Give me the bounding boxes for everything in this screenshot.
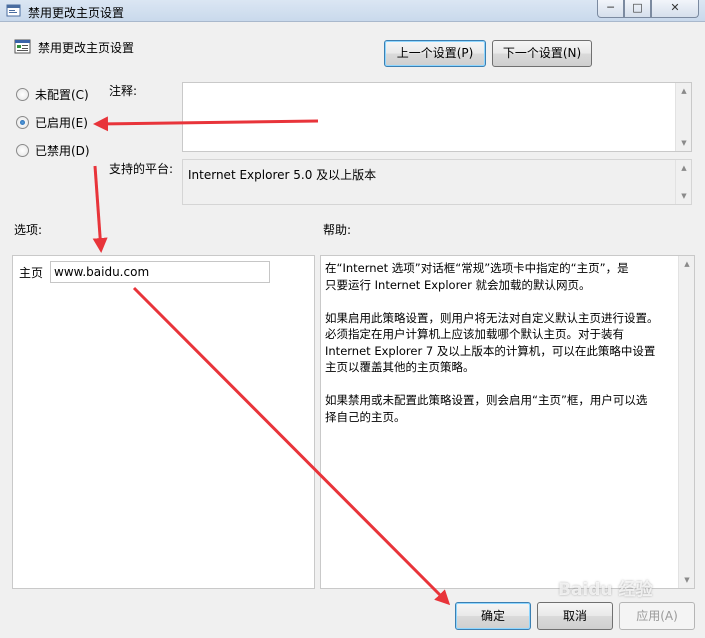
policy-window-icon	[6, 4, 21, 17]
policy-setting-icon	[14, 39, 31, 54]
ok-button[interactable]: 确定	[455, 602, 531, 630]
radio-button[interactable]	[16, 87, 29, 101]
scroll-down-icon[interactable]: ▼	[676, 135, 692, 151]
watermark: Baidu 经验	[558, 580, 653, 600]
cancel-button[interactable]: 取消	[537, 602, 613, 630]
help-label: 帮助:	[323, 223, 352, 237]
next-setting-button[interactable]: 下一个设置(N)	[492, 40, 592, 67]
platform-scrollbar[interactable]: ▲ ▼	[675, 160, 691, 204]
help-panel: 在“Internet 选项”对话框“常规”选项卡中指定的“主页”，是 只要运行 …	[320, 255, 695, 589]
window-title: 禁用更改主页设置	[28, 6, 125, 20]
scroll-down-icon[interactable]: ▼	[679, 572, 695, 588]
title-bar: 禁用更改主页设置 ─ □ ✕	[0, 0, 705, 22]
arrow-to-options	[92, 165, 108, 253]
radio-button[interactable]	[16, 143, 29, 157]
help-scrollbar[interactable]: ▲ ▼	[678, 256, 694, 588]
radio-disabled[interactable]: 已禁用(D)	[16, 141, 90, 159]
radio-button-checked[interactable]	[16, 115, 29, 129]
radio-not-configured[interactable]: 未配置(C)	[16, 85, 89, 103]
radio-enabled[interactable]: 已启用(E)	[16, 113, 88, 131]
apply-button[interactable]: 应用(A)	[619, 602, 695, 630]
platform-field: Internet Explorer 5.0 及以上版本 ▲ ▼	[182, 159, 692, 205]
close-button[interactable]: ✕	[651, 0, 699, 18]
home-page-label: 主页	[19, 266, 44, 280]
scroll-up-icon[interactable]: ▲	[679, 256, 695, 272]
comment-textarea[interactable]: ▲ ▼	[182, 82, 692, 152]
options-panel: 主页 www.baidu.com	[12, 255, 315, 589]
radio-label: 已禁用(D)	[35, 143, 90, 158]
home-page-input[interactable]: www.baidu.com	[50, 261, 270, 283]
comment-scrollbar[interactable]: ▲ ▼	[675, 83, 691, 151]
scroll-down-icon[interactable]: ▼	[676, 188, 692, 204]
maximize-button[interactable]: □	[624, 0, 651, 18]
setting-title: 禁用更改主页设置	[38, 41, 135, 55]
help-text: 在“Internet 选项”对话框“常规”选项卡中指定的“主页”，是 只要运行 …	[325, 261, 659, 424]
options-label: 选项:	[14, 223, 43, 237]
minimize-button[interactable]: ─	[597, 0, 624, 18]
comment-label: 注释:	[109, 84, 138, 98]
scroll-up-icon[interactable]: ▲	[676, 160, 692, 176]
radio-label: 未配置(C)	[35, 87, 89, 102]
platform-label: 支持的平台:	[109, 162, 174, 176]
radio-label: 已启用(E)	[35, 115, 88, 130]
platform-value: Internet Explorer 5.0 及以上版本	[188, 168, 377, 182]
previous-setting-button[interactable]: 上一个设置(P)	[384, 40, 486, 67]
scroll-up-icon[interactable]: ▲	[676, 83, 692, 99]
